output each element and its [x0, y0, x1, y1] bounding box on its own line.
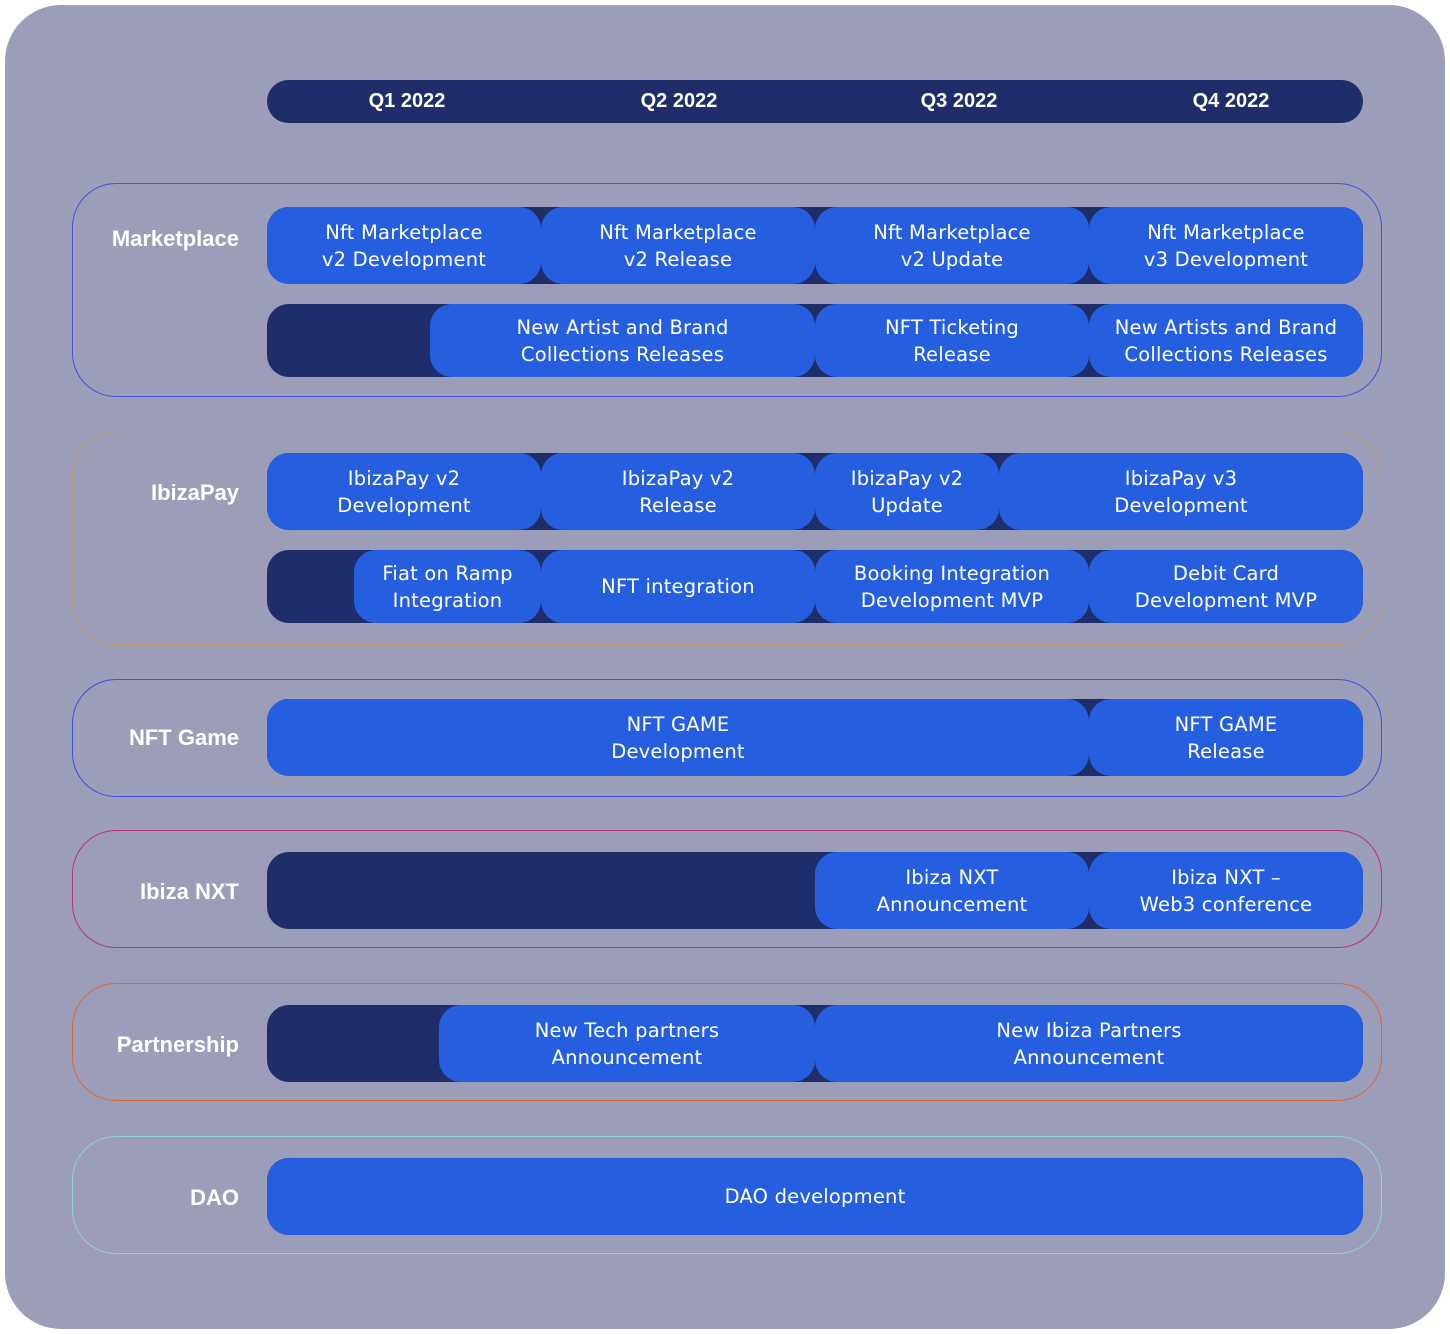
milestone-ibiza-nxt-announcement: Ibiza NXT Announcement [815, 852, 1089, 929]
quarter-q3: Q3 2022 [920, 90, 998, 112]
quarter-q4: Q4 2022 [1192, 90, 1270, 112]
milestone-tech-partners: New Tech partners Announcement [439, 1005, 815, 1082]
milestone-marketplace-v2-development: Nft Marketplace v2 Development [267, 207, 541, 284]
quarter-header: Q1 2022 Q2 2022 Q3 2022 Q4 2022 [267, 80, 1363, 123]
milestone-artist-brand-collections: New Artist and Brand Collections Release… [430, 304, 815, 377]
milestone-nft-game-release: NFT GAME Release [1089, 699, 1363, 776]
section-label-partnership: Partnership [116, 1032, 239, 1057]
quarter-q1: Q1 2022 [368, 90, 446, 112]
milestone-ibiza-partners: New Ibiza Partners Announcement [815, 1005, 1363, 1082]
milestone-debit-card: Debit Card Development MVP [1089, 550, 1363, 623]
section-label-ibizapay: IbizaPay [150, 480, 239, 505]
milestone-fiat-on-ramp: Fiat on Ramp Integration [354, 550, 541, 623]
partnership-row-1: New Tech partners Announcement New Ibiza… [267, 1005, 1363, 1082]
dao-row-1: DAO development [267, 1158, 1363, 1235]
milestone-dao-development: DAO development [267, 1158, 1363, 1235]
milestone-ibizapay-v2-release: IbizaPay v2 Release [541, 453, 815, 530]
milestone-ibiza-nxt-web3-conference: Ibiza NXT – Web3 conference [1089, 852, 1363, 929]
ibizapay-row-2: Fiat on Ramp Integration NFT integration… [267, 550, 1363, 623]
ibizapay-row-1: IbizaPay v2 Development IbizaPay v2 Rele… [267, 453, 1363, 530]
milestone-marketplace-v3-development: Nft Marketplace v3 Development [1089, 207, 1363, 284]
milestone-nft-game-development: NFT GAME Development [267, 699, 1089, 776]
milestone-ibizapay-v2-development: IbizaPay v2 Development [267, 453, 541, 530]
milestone-nft-integration: NFT integration [541, 550, 815, 623]
milestone-booking-integration: Booking Integration Development MVP [815, 550, 1089, 623]
marketplace-row-1: Nft Marketplace v2 Development Nft Marke… [267, 207, 1363, 284]
milestone-artists-brand-collections: New Artists and Brand Collections Releas… [1089, 304, 1363, 377]
nft-game-row-1: NFT GAME Development NFT GAME Release [267, 699, 1363, 776]
section-label-dao: DAO [190, 1185, 239, 1210]
ibiza-nxt-row-1: Ibiza NXT Announcement Ibiza NXT – Web3 … [267, 852, 1363, 929]
section-label-marketplace: Marketplace [111, 226, 239, 251]
section-label-ibiza-nxt: Ibiza NXT [139, 879, 239, 904]
milestone-ibizapay-v2-update: IbizaPay v2 Update [815, 453, 999, 530]
quarter-q2: Q2 2022 [640, 90, 718, 112]
milestone-marketplace-v2-release: Nft Marketplace v2 Release [541, 207, 815, 284]
milestone-marketplace-v2-update: Nft Marketplace v2 Update [815, 207, 1089, 284]
section-label-nft-game: NFT Game [128, 725, 239, 750]
milestone-nft-ticketing: NFT Ticketing Release [815, 304, 1089, 377]
marketplace-row-2: New Artist and Brand Collections Release… [267, 304, 1363, 377]
milestone-ibizapay-v3-development: IbizaPay v3 Development [999, 453, 1363, 530]
